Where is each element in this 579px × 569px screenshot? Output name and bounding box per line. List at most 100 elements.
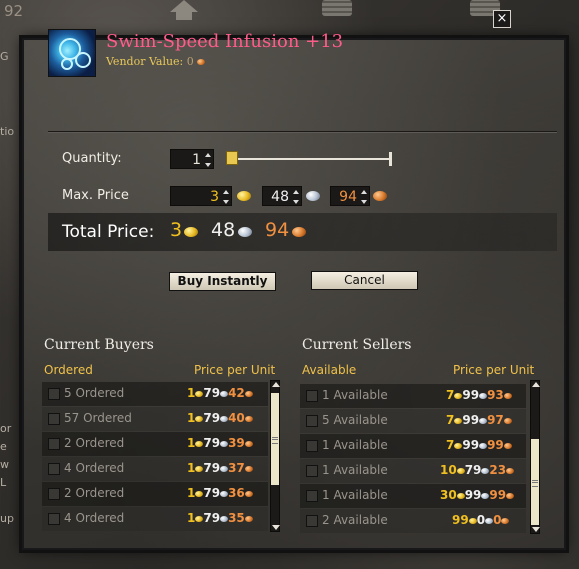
row-checkbox[interactable] xyxy=(48,438,60,450)
seller-price: 7 99 93 xyxy=(446,388,512,402)
background-edge-text: L xyxy=(0,476,7,489)
seller-row[interactable]: 1 Available 7 99 93 xyxy=(300,384,526,408)
copper-coin-icon xyxy=(503,442,512,449)
silver-coin-icon xyxy=(485,517,494,524)
row-checkbox[interactable] xyxy=(306,465,318,477)
row-checkbox[interactable] xyxy=(306,390,318,402)
price-copper: 40 xyxy=(228,411,245,425)
stepper-arrows-icon[interactable] xyxy=(361,190,367,204)
seller-price: 30 99 99 xyxy=(440,488,515,502)
background-edge-text: up xyxy=(0,512,14,525)
scroll-up-icon[interactable] xyxy=(532,382,540,387)
infusion-bubbles-icon xyxy=(48,29,96,77)
seller-row[interactable]: 1 Available 10 79 23 xyxy=(300,459,526,483)
buy-instantly-button[interactable]: Buy Instantly xyxy=(169,272,276,291)
max-price-silver-value: 48 xyxy=(271,189,289,205)
buyer-quantity: 2 Ordered xyxy=(64,436,125,450)
stepper-arrows-icon[interactable] xyxy=(223,190,229,204)
row-checkbox[interactable] xyxy=(48,413,60,425)
copper-coin-icon xyxy=(503,392,512,399)
quantity-slider-thumb[interactable] xyxy=(226,151,238,165)
buyer-row[interactable]: 5 Ordered 1 79 42 xyxy=(42,382,268,406)
sellers-scrollbar[interactable] xyxy=(530,380,540,534)
row-checkbox[interactable] xyxy=(48,513,60,525)
buyer-row[interactable]: 4 Ordered 1 79 37 xyxy=(42,457,268,481)
background-edge-text: G xyxy=(0,50,9,63)
max-price-copper-input[interactable]: 94 xyxy=(330,186,370,206)
row-checkbox[interactable] xyxy=(306,515,318,527)
stepper-arrows-icon[interactable] xyxy=(205,153,211,167)
sellers-price-header[interactable]: Price per Unit xyxy=(453,363,534,377)
close-button[interactable]: × xyxy=(493,10,511,28)
buyers-scrollbar[interactable] xyxy=(270,380,280,532)
row-checkbox[interactable] xyxy=(306,490,318,502)
buyer-row[interactable]: 2 Ordered 1 79 36 xyxy=(42,482,268,506)
stepper-arrows-icon[interactable] xyxy=(293,190,299,204)
price-copper: 23 xyxy=(489,463,507,477)
price-silver: 79 xyxy=(203,511,221,525)
copper-coin-icon xyxy=(373,191,387,201)
seller-quantity: 1 Available xyxy=(322,463,388,477)
vendor-value-label: Vendor Value: xyxy=(106,55,184,68)
price-gold: 1 xyxy=(187,436,196,450)
buyers-ordered-header[interactable]: Ordered xyxy=(44,363,93,377)
row-checkbox[interactable] xyxy=(48,463,60,475)
buyer-price: 1 79 37 xyxy=(187,461,253,475)
grip-icon xyxy=(532,480,538,487)
price-gold: 7 xyxy=(446,438,455,452)
buyer-row[interactable]: 2 Ordered 1 79 39 xyxy=(42,432,268,456)
quantity-slider-track[interactable] xyxy=(238,158,390,160)
copper-coin-icon xyxy=(506,492,515,499)
price-gold: 10 xyxy=(440,463,457,477)
price-gold: 1 xyxy=(187,461,196,475)
quantity-stepper[interactable]: 1 xyxy=(170,149,214,169)
price-silver: 79 xyxy=(203,486,221,500)
seller-quantity: 1 Available xyxy=(322,438,388,452)
row-checkbox[interactable] xyxy=(306,440,318,452)
seller-row[interactable]: 5 Available 7 99 97 xyxy=(300,409,526,433)
seller-row[interactable]: 1 Available 30 99 99 xyxy=(300,484,526,508)
home-icon xyxy=(170,0,198,20)
buyers-price-header[interactable]: Price per Unit xyxy=(194,363,275,377)
price-copper: 35 xyxy=(228,511,245,525)
price-copper: 36 xyxy=(228,486,245,500)
row-checkbox[interactable] xyxy=(306,415,318,427)
seller-price: 99 0 0 xyxy=(452,513,510,527)
buyer-row[interactable]: 57 Ordered 1 79 40 xyxy=(42,407,268,431)
total-price-gold: 3 xyxy=(170,219,183,241)
sellers-available-header[interactable]: Available xyxy=(302,363,356,377)
background-edge-text: or xyxy=(0,422,12,435)
item-name: Swim-Speed Infusion +13 xyxy=(106,31,344,52)
sellers-scroll-thumb[interactable] xyxy=(531,439,539,525)
seller-row[interactable]: 2 Available 99 0 0 xyxy=(300,509,526,533)
scroll-down-icon[interactable] xyxy=(272,525,280,530)
price-gold: 1 xyxy=(187,411,196,425)
row-checkbox[interactable] xyxy=(48,388,60,400)
vendor-value-amount: 0 xyxy=(186,55,194,68)
price-gold: 1 xyxy=(187,386,196,400)
copper-coin-icon xyxy=(244,465,253,472)
copper-coin-icon xyxy=(503,417,512,424)
copper-coin-icon xyxy=(292,227,306,237)
gold-coin-icon xyxy=(456,467,465,474)
gold-coin-icon xyxy=(468,517,477,524)
scroll-up-icon[interactable] xyxy=(272,382,280,387)
seller-row[interactable]: 1 Available 7 99 99 xyxy=(300,434,526,458)
price-copper: 39 xyxy=(228,436,245,450)
copper-coin-icon xyxy=(244,390,253,397)
row-checkbox[interactable] xyxy=(48,488,60,500)
cancel-button[interactable]: Cancel xyxy=(311,271,418,290)
max-price-gold-input[interactable]: 3 xyxy=(170,186,232,206)
buyer-row[interactable]: 4 Ordered 1 79 35 xyxy=(42,507,268,531)
background-edge-text: w xyxy=(0,458,9,471)
silver-coin-icon xyxy=(220,415,229,422)
max-price-silver-input[interactable]: 48 xyxy=(262,186,302,206)
copper-coin-icon xyxy=(506,467,515,474)
seller-quantity: 5 Available xyxy=(322,413,388,427)
price-silver: 0 xyxy=(476,513,486,527)
buyers-scroll-thumb[interactable] xyxy=(271,393,279,485)
max-price-label: Max. Price xyxy=(62,188,129,203)
scroll-down-icon[interactable] xyxy=(532,527,540,532)
price-gold: 1 xyxy=(187,511,196,525)
bubble-shape xyxy=(75,52,91,68)
